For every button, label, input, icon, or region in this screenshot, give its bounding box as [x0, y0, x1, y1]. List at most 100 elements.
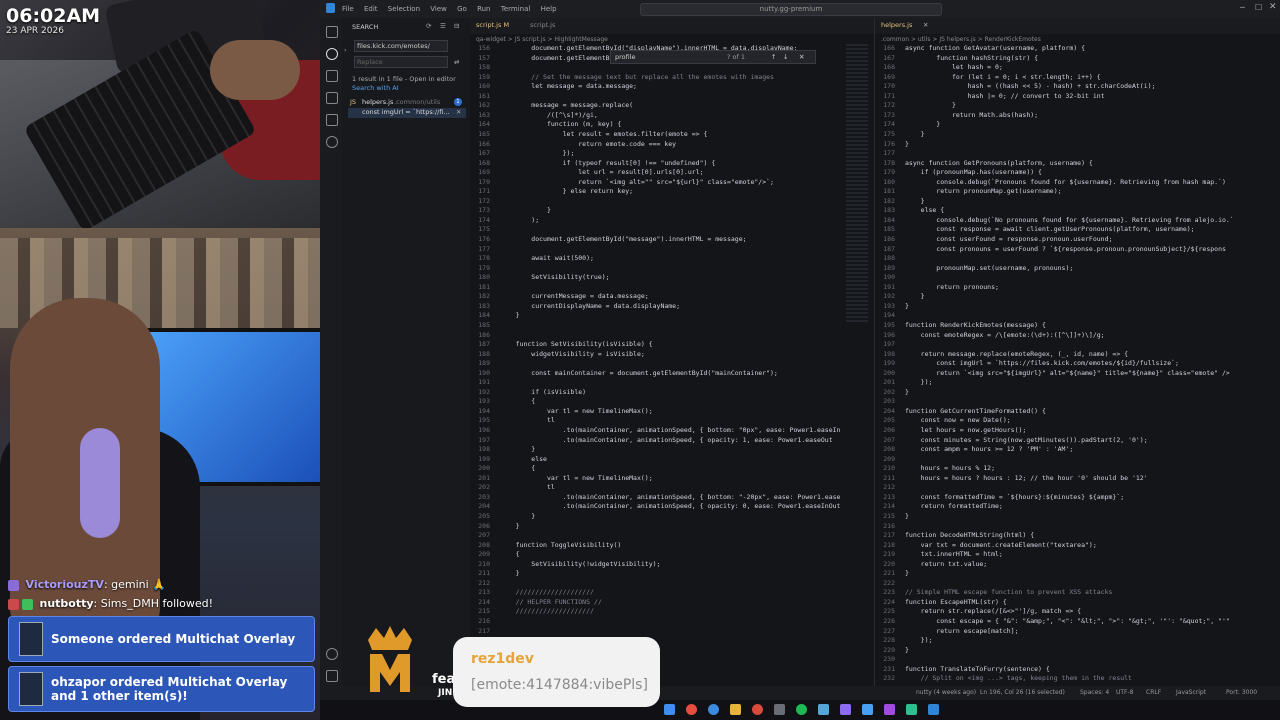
line-number[interactable]: 205	[875, 416, 895, 426]
line-number[interactable]: 213	[875, 493, 895, 503]
code-line[interactable]: });	[905, 378, 933, 388]
menu-go[interactable]: Go	[457, 5, 467, 13]
code-line[interactable]: function RenderKickEmotes(message) {	[905, 321, 1046, 331]
line-number[interactable]: 214	[470, 598, 490, 608]
line-number[interactable]: 174	[470, 216, 490, 226]
line-number[interactable]: 218	[875, 541, 895, 551]
line-number[interactable]: 188	[470, 350, 490, 360]
line-number[interactable]: 230	[875, 655, 895, 665]
line-number[interactable]: 176	[875, 140, 895, 150]
code-line[interactable]: return pronouns;	[905, 283, 999, 293]
line-number[interactable]: 194	[875, 311, 895, 321]
line-number[interactable]: 217	[875, 531, 895, 541]
code-line[interactable]: widgetVisibility = isVisible;	[500, 350, 645, 360]
code-line[interactable]: const imgUrl = `https://files.kick.com/e…	[905, 359, 1179, 369]
line-number[interactable]: 195	[470, 416, 490, 426]
line-number[interactable]: 207	[875, 436, 895, 446]
collapse-all-icon[interactable]: ⊟	[454, 22, 459, 30]
code-line[interactable]: tl	[500, 416, 555, 426]
line-number[interactable]: 197	[875, 340, 895, 350]
line-number[interactable]: 172	[470, 197, 490, 207]
replace-all-icon[interactable]: ⇄	[454, 58, 459, 66]
settings-gear-icon[interactable]	[326, 670, 338, 682]
code-line[interactable]: const pronouns = userFound ? `${response…	[905, 245, 1226, 255]
find-widget[interactable]: profile ? of 1 ↑ ↓ ✕	[610, 50, 816, 64]
line-number[interactable]: 156	[470, 44, 490, 54]
close-icon[interactable]: ✕	[1269, 2, 1277, 12]
line-number[interactable]: 167	[470, 149, 490, 159]
app-icon[interactable]	[862, 704, 873, 715]
code-line[interactable]: return `<img src="${imgUrl}" alt="${name…	[905, 369, 1230, 379]
code-line[interactable]: } else return key;	[500, 187, 633, 197]
code-line[interactable]: }	[905, 512, 909, 522]
code-line[interactable]: return pronounMap.get(username);	[905, 187, 1061, 197]
menu-run[interactable]: Run	[477, 5, 490, 13]
close-find-icon[interactable]: ✕	[799, 51, 804, 63]
line-number[interactable]: 169	[875, 73, 895, 83]
line-number[interactable]: 219	[875, 550, 895, 560]
code-line[interactable]: pronounMap.set(username, pronouns);	[905, 264, 1073, 274]
line-number[interactable]: 210	[875, 464, 895, 474]
line-number[interactable]: 171	[875, 92, 895, 102]
line-number[interactable]: 213	[470, 588, 490, 598]
code-line[interactable]: SetVisibility(true);	[500, 273, 609, 283]
code-line[interactable]: return escape[match];	[905, 627, 1018, 637]
line-number[interactable]: 181	[875, 187, 895, 197]
code-line[interactable]: function ToggleVisibility()	[500, 541, 622, 551]
line-number[interactable]: 182	[875, 197, 895, 207]
account-icon[interactable]	[326, 648, 338, 660]
tab-script-js[interactable]: script.js M	[476, 21, 509, 29]
line-number[interactable]: 223	[875, 588, 895, 598]
menu-selection[interactable]: Selection	[388, 5, 420, 13]
cursor-position[interactable]: Ln 196, Col 26 (16 selected)	[980, 689, 1065, 696]
line-number[interactable]: 205	[470, 512, 490, 522]
result-match-row[interactable]: const imgUrl = `https://fi... ✕	[348, 108, 466, 118]
code-line[interactable]: function EscapeHTML(str) {	[905, 598, 1007, 608]
code-line[interactable]: }	[500, 311, 520, 321]
line-number[interactable]: 200	[470, 464, 490, 474]
command-center-search[interactable]: nutty.gg-premium	[640, 3, 942, 16]
code-line[interactable]: return formattedTime;	[905, 502, 1003, 512]
code-line[interactable]: {	[500, 464, 535, 474]
code-line[interactable]: hash = ((hash << 5) - hash) + str.charCo…	[905, 82, 1156, 92]
line-number[interactable]: 168	[470, 159, 490, 169]
code-line[interactable]: return `<img alt="" src="${url}" class="…	[500, 178, 774, 188]
vscode-taskbar-icon[interactable]	[928, 704, 939, 715]
edge-icon[interactable]	[708, 704, 719, 715]
search-icon[interactable]	[326, 48, 338, 60]
line-ending[interactable]: CRLF	[1146, 689, 1161, 696]
line-number[interactable]: 173	[875, 111, 895, 121]
code-line[interactable]: function (m, key) {	[500, 120, 621, 130]
code-line[interactable]: // Set the message text but replace all …	[500, 73, 774, 83]
line-number[interactable]: 182	[470, 292, 490, 302]
code-line[interactable]: return str.replace(/[&<>"']/g, match => …	[905, 607, 1081, 617]
code-line[interactable]: if (typeof result[0] !== "undefined") {	[500, 159, 716, 169]
code-line[interactable]: }	[500, 569, 520, 579]
line-number[interactable]: 189	[875, 264, 895, 274]
minimap[interactable]	[846, 44, 868, 324]
line-number[interactable]: 162	[470, 101, 490, 111]
code-line[interactable]: hours = hours ? hours : 12; // the hour …	[905, 474, 1148, 484]
code-line[interactable]: );	[500, 216, 539, 226]
code-line[interactable]: }	[905, 130, 925, 140]
code-line[interactable]: .to(mainContainer, animationSpeed, { opa…	[500, 502, 841, 512]
line-number[interactable]: 194	[470, 407, 490, 417]
line-number[interactable]: 212	[875, 483, 895, 493]
result-file-row[interactable]: JS helpers.js .common/utils 1	[348, 98, 466, 108]
search-input[interactable]: files.kick.com/emotes/	[354, 40, 448, 52]
line-number[interactable]: 211	[875, 474, 895, 484]
code-line[interactable]: currentDisplayName = data.displayName;	[500, 302, 680, 312]
line-number[interactable]: 181	[470, 283, 490, 293]
code-line[interactable]: }	[905, 197, 925, 207]
code-line[interactable]: document.getElementById("message").inner…	[500, 235, 746, 245]
line-number[interactable]: 189	[470, 359, 490, 369]
code-line[interactable]: .to(mainContainer, animationSpeed, { opa…	[500, 436, 833, 446]
menu-file[interactable]: File	[342, 5, 354, 13]
code-line[interactable]: const userFound = response.pronoun.userF…	[905, 235, 1112, 245]
line-number[interactable]: 185	[875, 225, 895, 235]
line-number[interactable]: 158	[470, 63, 490, 73]
line-number[interactable]: 208	[875, 445, 895, 455]
code-line[interactable]: }	[500, 512, 535, 522]
code-line[interactable]: async function GetPronouns(platform, use…	[905, 159, 1093, 169]
code-line[interactable]: const now = new Date();	[905, 416, 1011, 426]
